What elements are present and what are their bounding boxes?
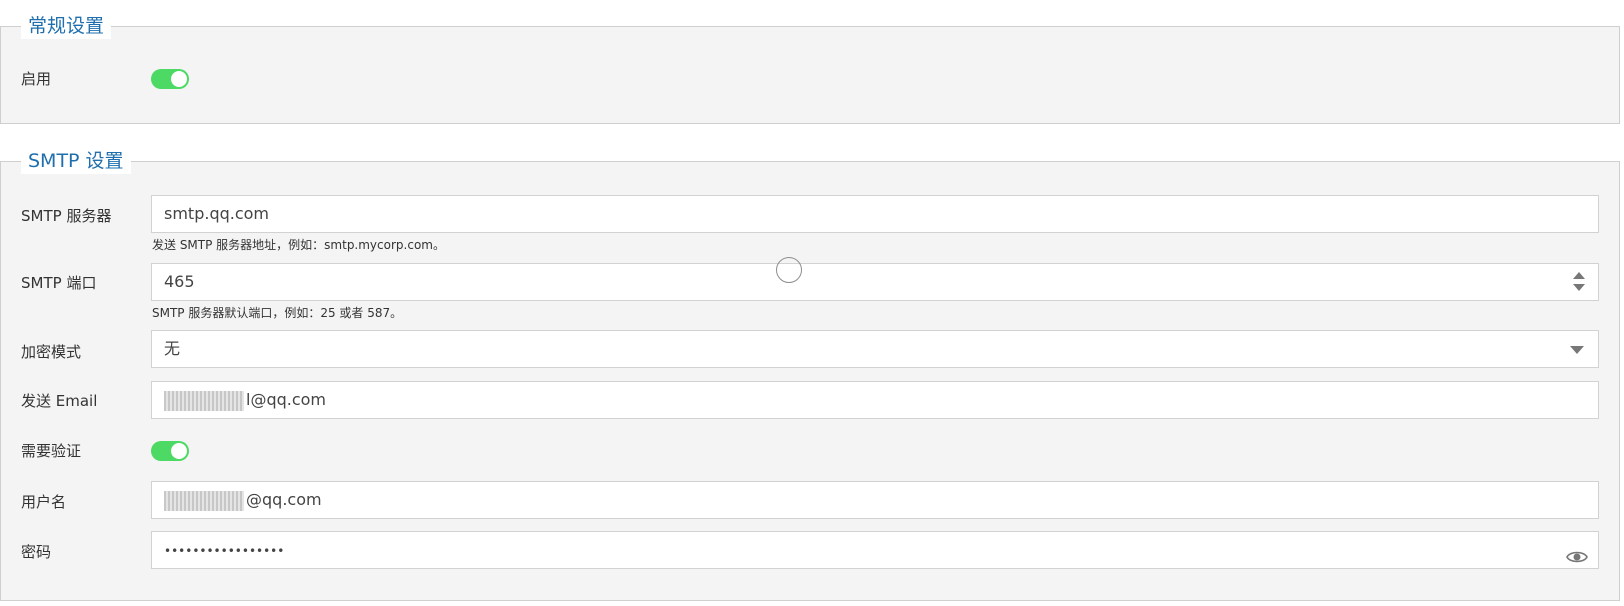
smtp-server-hint: 发送 SMTP 服务器地址，例如：smtp.mycorp.com。: [152, 238, 445, 252]
toggle-knob: [171, 443, 187, 459]
password-mask: •••••••••••••••••: [164, 544, 285, 558]
auth-required-label: 需要验证: [21, 442, 82, 460]
smtp-settings-legend: SMTP 设置: [21, 148, 131, 174]
smtp-server-value: smtp.qq.com: [164, 204, 270, 223]
password-label: 密码: [21, 543, 52, 561]
username-label: 用户名: [21, 493, 67, 511]
enabled-label: 启用: [21, 70, 52, 88]
encryption-value: 无: [164, 339, 181, 358]
toggle-knob: [171, 71, 187, 87]
smtp-settings-section: SMTP 设置 SMTP 服务器 smtp.qq.com 发送 SMTP 服务器…: [0, 148, 1620, 601]
encryption-select[interactable]: 无: [151, 330, 1599, 368]
chevron-down-icon[interactable]: [1570, 346, 1584, 354]
increment-arrow-icon[interactable]: [1573, 272, 1585, 279]
spinner-arrows-icon[interactable]: [1572, 271, 1586, 293]
smtp-port-label: SMTP 端口: [21, 274, 97, 292]
smtp-port-value: 465: [164, 272, 195, 291]
general-settings-section: 常规设置 启用: [0, 13, 1620, 124]
enabled-toggle[interactable]: [151, 69, 189, 89]
smtp-port-input[interactable]: 465: [151, 263, 1599, 301]
from-email-input[interactable]: l@qq.com: [151, 381, 1599, 419]
username-value: @qq.com: [246, 490, 322, 509]
from-email-value: l@qq.com: [246, 390, 327, 409]
decrement-arrow-icon[interactable]: [1573, 284, 1585, 291]
auth-required-toggle[interactable]: [151, 441, 189, 461]
cursor-indicator: [776, 257, 802, 283]
redacted-text: [164, 490, 244, 511]
encryption-label: 加密模式: [21, 343, 82, 361]
smtp-port-hint: SMTP 服务器默认端口，例如：25 或者 587。: [152, 306, 403, 320]
username-input[interactable]: @qq.com: [151, 481, 1599, 519]
eye-icon[interactable]: [1566, 542, 1588, 563]
general-settings-legend: 常规设置: [21, 13, 112, 39]
from-email-label: 发送 Email: [21, 392, 98, 410]
redacted-text: [164, 390, 244, 411]
smtp-server-input[interactable]: smtp.qq.com: [151, 195, 1599, 233]
smtp-server-label: SMTP 服务器: [21, 207, 112, 225]
password-input[interactable]: •••••••••••••••••: [151, 531, 1599, 569]
